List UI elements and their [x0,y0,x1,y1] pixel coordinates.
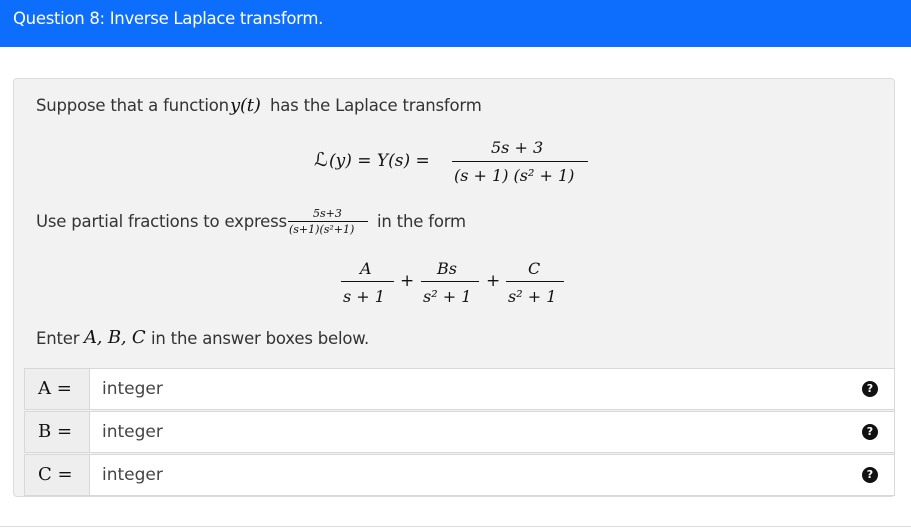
prompt-text-2: Use partial fractions to express [36,212,287,231]
prompt-text-3-tail: in the answer boxes below. [151,329,370,348]
inline-fraction-numerator: 5s+3 [313,207,342,220]
answer-label-c: C = [25,455,90,495]
prompt-text-2-tail: in the form [377,212,466,231]
prompt-math-yt: y(t) [230,95,261,116]
inline-fraction-bar [288,221,368,222]
plus-sign-2: + [486,271,501,291]
term-a-bar [341,281,394,282]
term-a-denominator: s + 1 [343,287,385,306]
help-icon[interactable]: ? [862,467,878,483]
equation-denominator: (s + 1) (s² + 1) [454,166,575,185]
plus-sign-1: + [400,271,415,291]
term-c-bar [506,281,564,282]
prompt-text-1-tail: has the Laplace transform [270,96,482,115]
term-b-denominator: s² + 1 [423,287,472,306]
answer-label-a: A = [25,369,90,409]
answer-row-b: B = ? [24,411,895,453]
help-icon[interactable]: ? [862,381,878,397]
answer-input-b[interactable] [91,412,831,452]
term-c-numerator: C [528,259,541,278]
answer-label-b: B = [25,412,90,452]
prompt-math-abc: A, B, C [84,327,146,348]
equation-numerator: 5s + 3 [491,138,544,157]
bottom-divider [0,526,911,527]
answer-row-c: C = ? [24,454,895,496]
prompt-text-1: Suppose that a function [36,96,229,115]
answer-label-c-text: C = [38,464,73,485]
answer-row-a: A = ? [24,368,895,410]
inline-fraction-denominator: (s+1)(s²+1) [289,223,355,236]
laplace-script-l: ℒ [314,149,328,171]
help-icon[interactable]: ? [862,424,878,440]
answer-label-b-text: B = [38,421,73,442]
term-c-denominator: s² + 1 [508,287,557,306]
answer-input-c[interactable] [91,455,831,495]
equation-lhs: (y) = Y(s) = [329,151,430,171]
equation-fraction-bar [452,161,588,162]
answer-label-a-text: A = [38,378,72,399]
term-b-numerator: Bs [437,259,457,278]
term-b-bar [421,281,479,282]
term-a-numerator: A [360,259,372,278]
answer-input-a[interactable] [91,369,831,409]
question-title: Question 8: Inverse Laplace transform. [13,9,324,28]
prompt-text-3: Enter [36,329,80,348]
question-header: Question 8: Inverse Laplace transform. [0,0,911,47]
